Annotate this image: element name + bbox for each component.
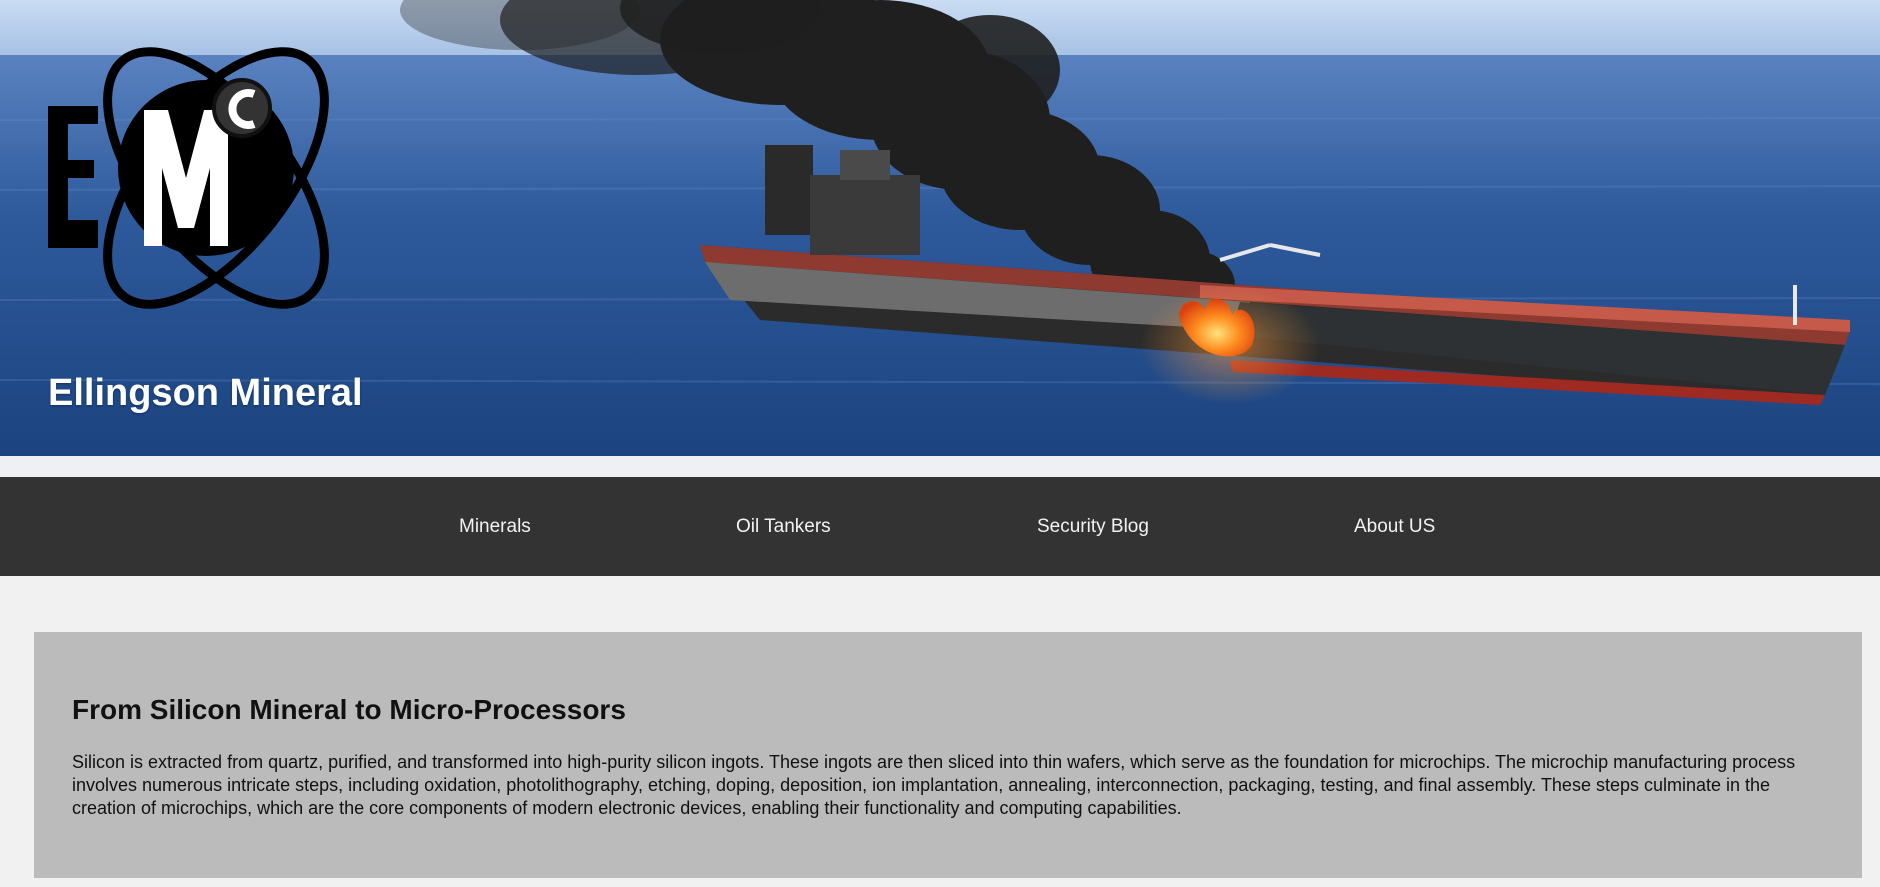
company-name: Ellingson Mineral (48, 372, 363, 414)
hero-banner: Ellingson Mineral (0, 0, 1880, 456)
nav-item-oil-tankers[interactable]: Oil Tankers (736, 477, 831, 576)
nav-item-minerals[interactable]: Minerals (459, 477, 531, 576)
article-body: Silicon is extracted from quartz, purifi… (72, 752, 1796, 818)
emc-atom-logo-icon (48, 47, 329, 309)
nav-item-security-blog[interactable]: Security Blog (1037, 477, 1149, 576)
article-card: From Silicon Mineral to Micro-Processors… (34, 632, 1862, 878)
main-nav: Minerals Oil Tankers Security Blog About… (0, 477, 1880, 576)
hero-divider (0, 456, 1880, 478)
article-title: From Silicon Mineral to Micro-Processors (72, 694, 626, 725)
nav-item-about-us[interactable]: About US (1354, 477, 1435, 576)
